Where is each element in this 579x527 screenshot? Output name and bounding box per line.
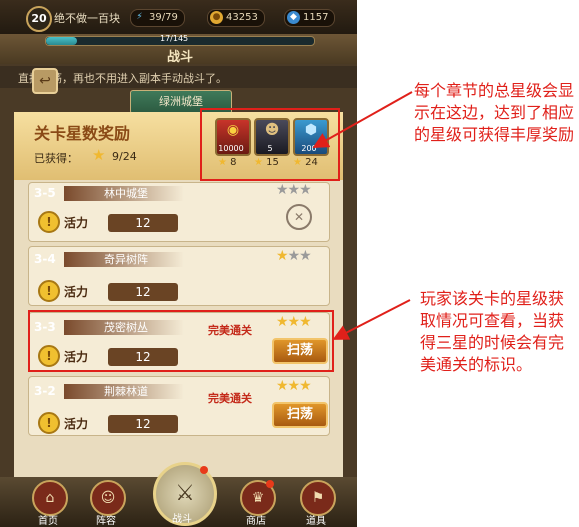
annotation-note-1: 每个章节的总星级会显示在这边，达到了相应的星级可获得丰厚奖励 xyxy=(414,81,575,144)
arrow-2 xyxy=(332,299,411,340)
annotation-note-2: 玩家该关卡的星级获取情况可查看，当获得三星的时候会有完美通关的标识。 xyxy=(420,289,565,374)
arrow-1 xyxy=(312,91,413,148)
